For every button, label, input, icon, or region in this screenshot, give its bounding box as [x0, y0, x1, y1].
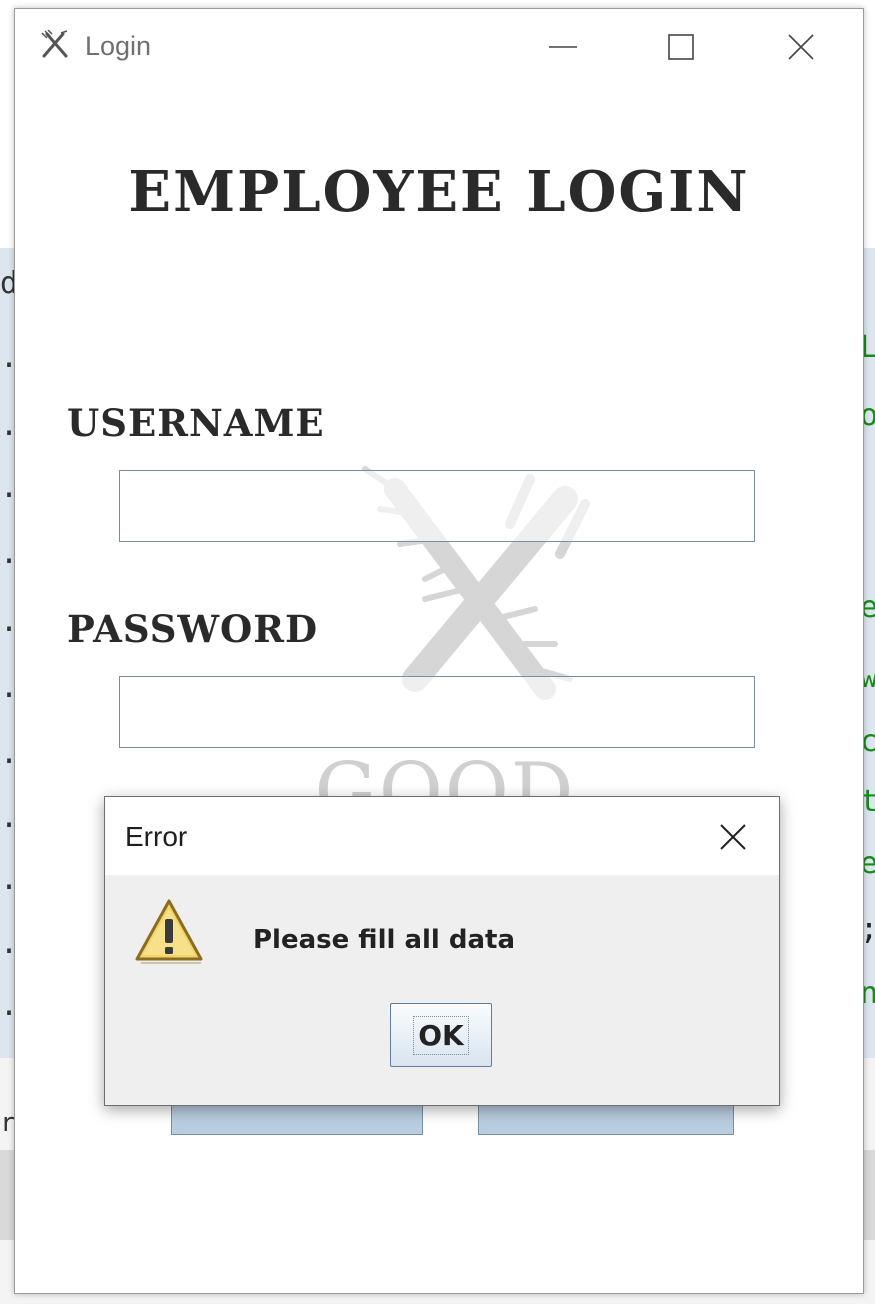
window-title: Login: [85, 31, 152, 61]
ok-button[interactable]: OK: [390, 1003, 492, 1067]
password-label: PASSWORD: [67, 607, 319, 651]
dialog-title: Error: [125, 821, 188, 852]
maximize-icon[interactable]: [661, 27, 701, 67]
username-field[interactable]: [119, 470, 755, 542]
warning-icon: [135, 899, 203, 964]
fork-knife-icon: [41, 29, 68, 58]
page-title: EMPLOYEE LOGIN: [128, 159, 750, 225]
ok-button-label: OK: [413, 1015, 469, 1055]
error-message: Please fill all data: [253, 925, 516, 955]
dialog-titlebar[interactable]: Error: [105, 797, 779, 875]
close-icon[interactable]: [713, 817, 753, 857]
window-titlebar[interactable]: Login: [15, 9, 863, 87]
error-dialog: Error Please fill all data OK: [104, 796, 780, 1106]
close-icon[interactable]: [781, 27, 821, 67]
username-label: USERNAME: [67, 401, 325, 445]
password-field[interactable]: [119, 676, 755, 748]
minimize-icon[interactable]: [543, 27, 583, 67]
